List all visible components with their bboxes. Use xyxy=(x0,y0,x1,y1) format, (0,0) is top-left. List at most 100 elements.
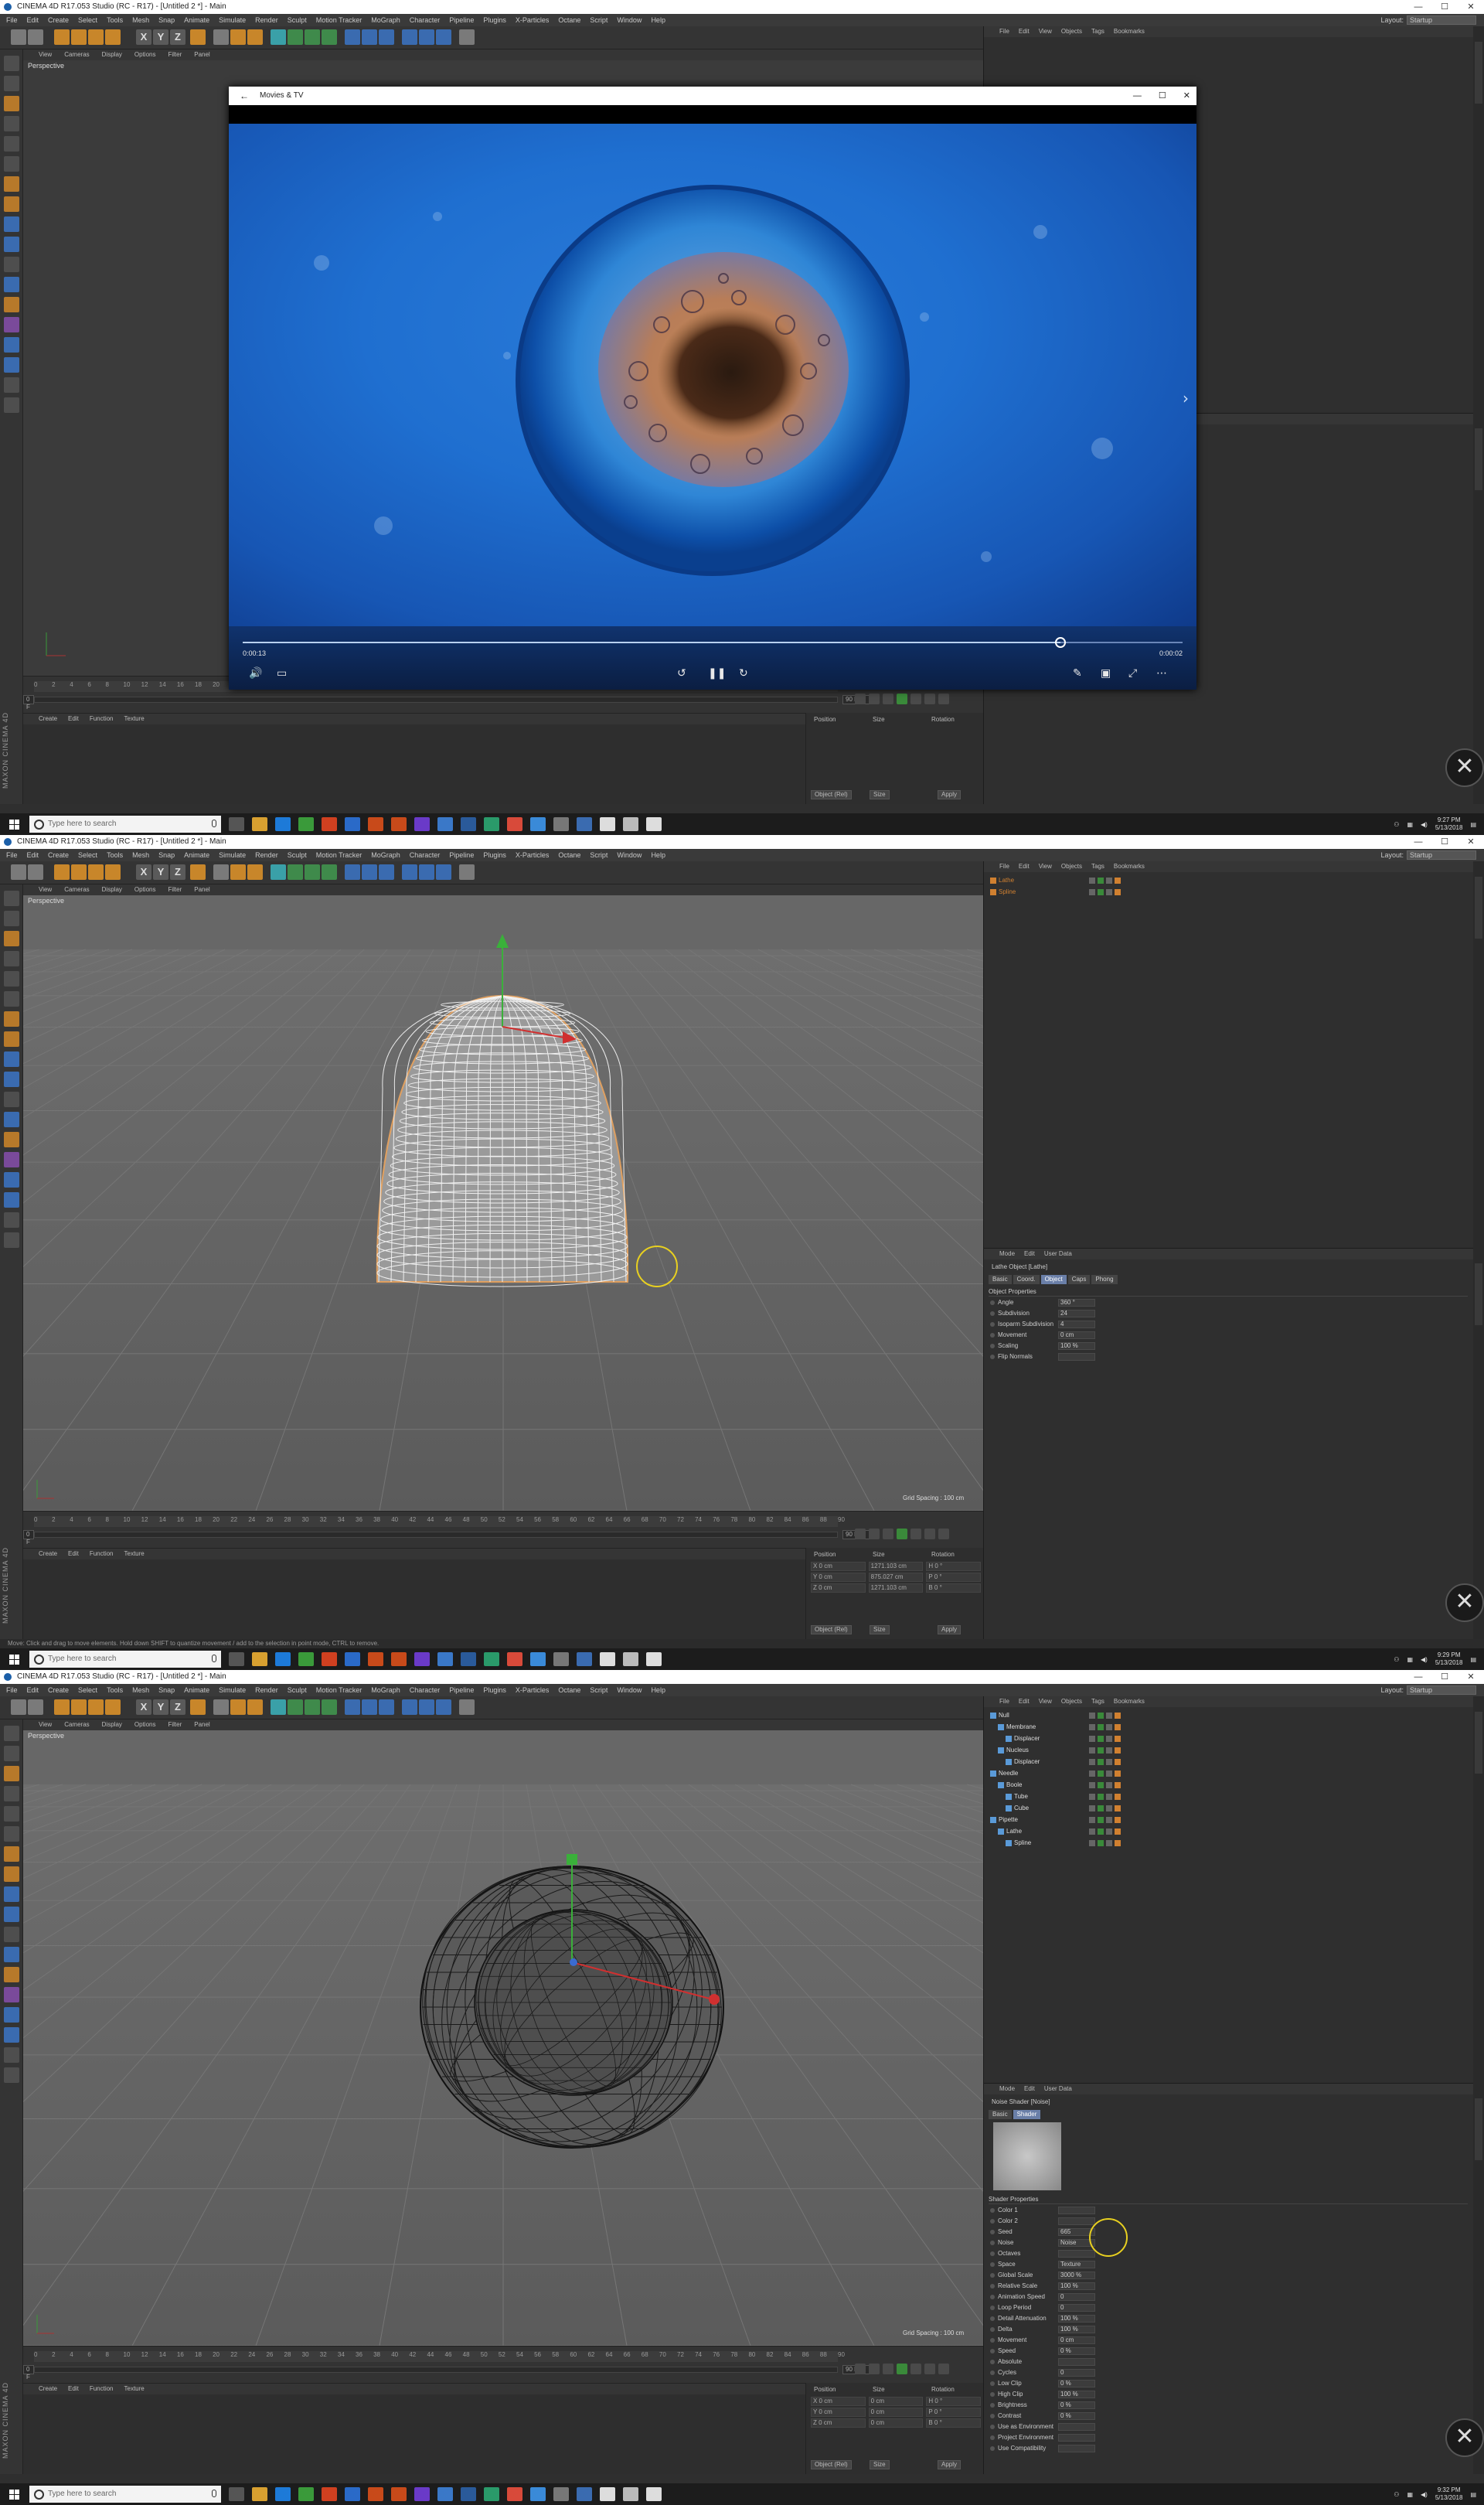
coord-field[interactable]: Y 0 cm xyxy=(811,1573,866,1582)
menu-item[interactable]: Edit xyxy=(27,14,39,26)
mode-tool-icon[interactable] xyxy=(4,317,19,332)
object-menu-item[interactable]: Bookmarks xyxy=(1114,1696,1145,1707)
material-menu-item[interactable]: Function xyxy=(90,714,114,724)
mode-tool-icon[interactable] xyxy=(4,136,19,152)
object-menu-item[interactable]: View xyxy=(1039,1696,1052,1707)
side-tabs[interactable] xyxy=(1473,26,1484,804)
taskbar-app-icon[interactable] xyxy=(345,2487,360,2501)
object-flags[interactable] xyxy=(1089,1735,1121,1742)
taskbar-app-icon[interactable] xyxy=(577,1652,592,1666)
mode-tool-icon[interactable] xyxy=(4,96,19,111)
viewport-menu-item[interactable]: Options xyxy=(134,49,156,60)
go-start-icon[interactable] xyxy=(855,694,866,704)
mode-tool-icon[interactable] xyxy=(4,237,19,252)
property-field[interactable] xyxy=(1058,2423,1095,2431)
minimize-icon[interactable]: — xyxy=(1405,0,1431,14)
play-icon[interactable] xyxy=(897,1529,907,1539)
mode-tool-icon[interactable] xyxy=(4,1192,19,1208)
notification-icon[interactable]: ▤ xyxy=(1470,1656,1476,1663)
toolbar-tool-icon[interactable] xyxy=(54,1699,70,1715)
size-mode-dropdown[interactable]: Size xyxy=(870,790,890,799)
property-field[interactable]: 4 xyxy=(1058,1321,1095,1328)
object-flags[interactable] xyxy=(1089,1770,1121,1777)
taskbar-app-icon[interactable] xyxy=(553,2487,569,2501)
menu-item[interactable]: Sculpt xyxy=(288,1684,307,1696)
mode-tool-icon[interactable] xyxy=(4,1746,19,1761)
coord-field[interactable]: H 0 ° xyxy=(926,1562,982,1571)
viewport-menu-item[interactable]: Cameras xyxy=(64,884,89,895)
toolbar-tool-icon[interactable] xyxy=(402,1699,417,1715)
taskbar-app-icon[interactable] xyxy=(553,817,569,831)
material-menu-item[interactable]: Texture xyxy=(124,1549,145,1559)
prev-key-icon[interactable] xyxy=(869,2364,880,2374)
mode-tool-icon[interactable] xyxy=(4,76,19,91)
viewport-menu-item[interactable]: Options xyxy=(134,1719,156,1730)
object-menu-item[interactable]: Bookmarks xyxy=(1114,861,1145,872)
menu-item[interactable]: Motion Tracker xyxy=(316,14,362,26)
menu-item[interactable]: MoGraph xyxy=(371,14,400,26)
toolbar-tool-icon[interactable] xyxy=(105,864,121,880)
property-field[interactable]: 100 % xyxy=(1058,2326,1095,2333)
property-field[interactable]: 360 ° xyxy=(1058,1299,1095,1307)
menu-item[interactable]: Motion Tracker xyxy=(316,849,362,861)
property-field[interactable]: 100 % xyxy=(1058,2282,1095,2290)
toolbar-tool-icon[interactable] xyxy=(28,864,43,880)
mode-tool-icon[interactable] xyxy=(4,116,19,131)
toolbar-tool-icon[interactable] xyxy=(28,1699,43,1715)
toolbar-tool-icon[interactable] xyxy=(379,1699,394,1715)
menu-item[interactable]: Tools xyxy=(107,849,123,861)
mode-tool-icon[interactable] xyxy=(4,277,19,292)
menu-item[interactable]: Plugins xyxy=(483,14,506,26)
layout-selector[interactable]: Layout: Startup xyxy=(1380,850,1476,860)
toolbar-tool-icon[interactable] xyxy=(54,29,70,45)
axis-x-toggle[interactable]: X xyxy=(136,1699,151,1715)
menu-item[interactable]: Pipeline xyxy=(449,849,474,861)
taskbar-app-icon[interactable] xyxy=(600,2487,615,2501)
mode-tool-icon[interactable] xyxy=(4,1172,19,1188)
menu-item[interactable]: Simulate xyxy=(219,14,246,26)
taskbar-app-icon[interactable] xyxy=(414,1652,430,1666)
property-field[interactable]: 0 % xyxy=(1058,2347,1095,2355)
size-mode-dropdown[interactable]: Size xyxy=(870,2460,890,2469)
taskbar-app-icon[interactable] xyxy=(275,2487,291,2501)
attribute-menu-item[interactable]: User Data xyxy=(1044,1249,1072,1259)
toolbar-tool-icon[interactable] xyxy=(362,29,377,45)
object-list-item[interactable]: Displacer xyxy=(990,1757,1469,1767)
pen-icon[interactable]: ✎ xyxy=(1073,666,1082,680)
taskbar-app-icon[interactable] xyxy=(461,817,476,831)
object-list-item[interactable]: Needle xyxy=(990,1768,1469,1778)
network-icon[interactable]: ▦ xyxy=(1407,1656,1413,1663)
menu-item[interactable]: Octane xyxy=(558,849,580,861)
toolbar-tool-icon[interactable] xyxy=(379,29,394,45)
mode-tool-icon[interactable] xyxy=(4,216,19,232)
coord-mode-dropdown[interactable]: Object (Rel) xyxy=(811,790,852,799)
taskbar-app-icon[interactable] xyxy=(252,1652,267,1666)
property-field[interactable]: 0 cm xyxy=(1058,2336,1095,2344)
minimize-icon[interactable]: — xyxy=(1405,835,1431,849)
object-list-item[interactable]: Lathe xyxy=(990,875,1469,885)
menu-item[interactable]: Octane xyxy=(558,14,580,26)
toolbar-tool-icon[interactable] xyxy=(71,1699,87,1715)
attribute-menu-item[interactable]: Mode xyxy=(999,1249,1015,1259)
next-frame-icon[interactable] xyxy=(910,2364,921,2374)
maximize-icon[interactable]: ☐ xyxy=(1431,0,1458,14)
forward-30-icon[interactable]: ↻ xyxy=(739,666,748,680)
object-list-item[interactable]: Spline xyxy=(990,1838,1469,1848)
side-tabs[interactable] xyxy=(1473,1696,1484,2474)
coord-field[interactable]: Z 0 cm xyxy=(811,1583,866,1593)
menu-item[interactable]: Help xyxy=(651,1684,665,1696)
floating-x-button[interactable]: ✕ xyxy=(1445,748,1484,787)
apply-button[interactable]: Apply xyxy=(938,1625,962,1634)
mode-tool-icon[interactable] xyxy=(4,56,19,71)
object-menu-item[interactable]: Edit xyxy=(1019,1696,1030,1707)
taskbar-app-icon[interactable] xyxy=(600,1652,615,1666)
taskbar-app-icon[interactable] xyxy=(437,1652,453,1666)
mode-tool-icon[interactable] xyxy=(4,1907,19,1922)
mode-tool-icon[interactable] xyxy=(4,1967,19,1982)
go-start-icon[interactable] xyxy=(855,2364,866,2374)
mode-tool-icon[interactable] xyxy=(4,1927,19,1942)
mode-tool-icon[interactable] xyxy=(4,991,19,1007)
property-field[interactable]: 0 xyxy=(1058,2304,1095,2312)
object-list-item[interactable]: Membrane xyxy=(990,1722,1469,1732)
toolbar-tool-icon[interactable] xyxy=(247,864,263,880)
